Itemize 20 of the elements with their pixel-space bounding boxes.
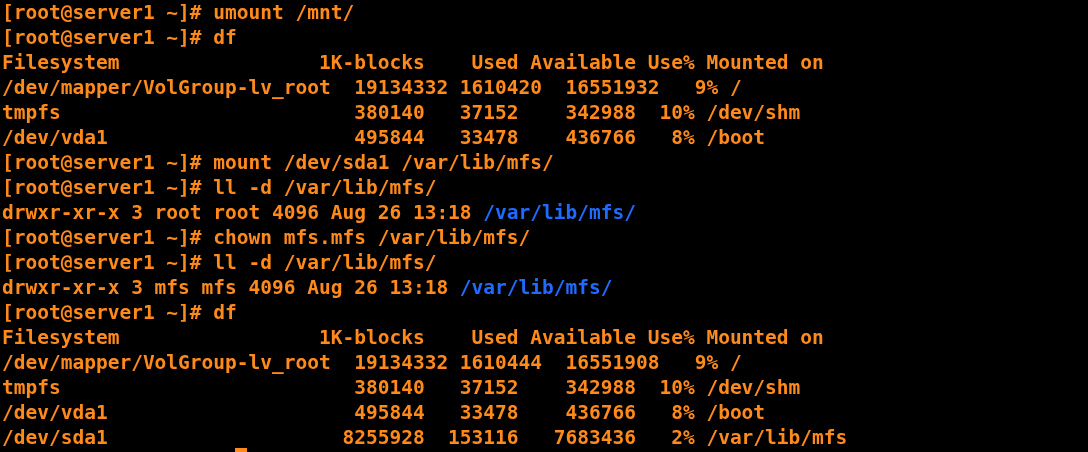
terminal-text: /dev/sda1 8255928 153116 7683436 2% /var/lib/mfs <box>2 425 848 450</box>
terminal-text: [root@server1 ~]# chown mfs.mfs /var/lib/mfs/ <box>2 225 531 250</box>
terminal-text: [root@server1 ~]# df <box>2 25 237 50</box>
terminal-text: /dev/mapper/VolGroup-lv_root 19134332 1610420 16551932 9% / <box>2 75 742 100</box>
terminal-text: [root@server1 ~]# mount /dev/sda1 /var/lib/mfs/ <box>2 150 554 175</box>
terminal-text: Filesystem 1K-blocks Used Available Use% Mounted on <box>2 325 824 350</box>
terminal-text: [root@server1 ~]# umount /mnt/ <box>2 0 355 25</box>
terminal-text: [root@server1 ~]# df <box>2 300 237 325</box>
terminal-text: tmpfs 380140 37152 342988 10% /dev/shm <box>2 375 801 400</box>
terminal-text: [root@server1 ~]# ll -d /var/lib/mfs/ <box>2 175 437 200</box>
directory-name: /var/lib/mfs/ <box>459 275 613 300</box>
directory-name: /var/lib/mfs/ <box>483 200 636 225</box>
terminal-text: /dev/vda1 495844 33478 436766 8% /boot <box>2 125 766 150</box>
terminal-text: Filesystem 1K-blocks Used Available Use% Mounted on <box>2 50 824 75</box>
terminal-text: tmpfs 380140 37152 342988 10% /dev/shm <box>2 100 801 125</box>
terminal-text: [root@server1 ~]# ll -d /var/lib/mfs/ <box>2 250 437 275</box>
terminal-text: drwxr-xr-x 3 mfs mfs 4096 Aug 26 13:18 <box>2 275 449 300</box>
terminal-text: /dev/mapper/VolGroup-lv_root 19134332 1610444 16551908 9% / <box>2 350 742 375</box>
terminal-text: /dev/vda1 495844 33478 436766 8% /boot <box>2 400 766 425</box>
terminal-text: drwxr-xr-x 3 root root 4096 Aug 26 13:18 <box>2 200 472 225</box>
